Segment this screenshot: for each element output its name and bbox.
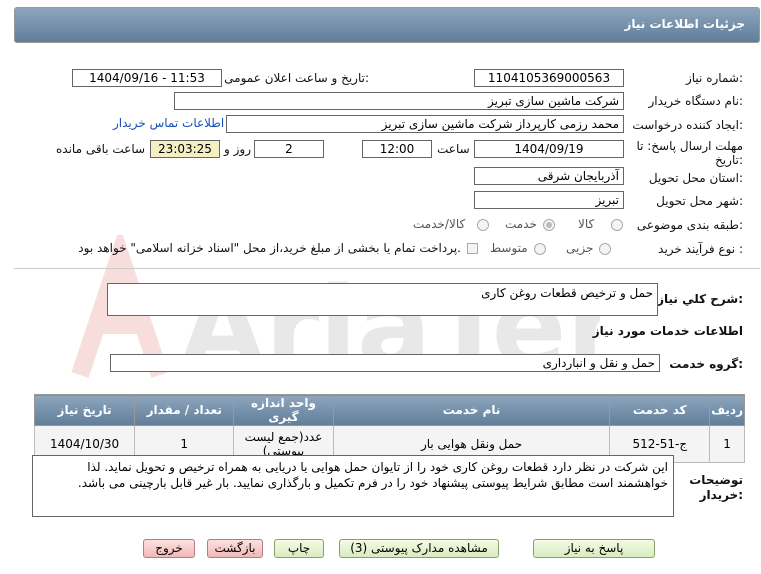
- section-divider: [14, 268, 760, 269]
- deadline-time-field: 12:00: [362, 140, 432, 158]
- remaining-label: ساعت باقی مانده: [56, 142, 146, 156]
- creator-label: ایجاد کننده درخواست:: [632, 118, 743, 132]
- days-label: روز و: [224, 142, 251, 156]
- days-field: 2: [254, 140, 324, 158]
- buyer-field: شرکت ماشین سازی تبریز: [174, 92, 624, 110]
- city-label: شهر محل تحویل:: [656, 194, 743, 208]
- time-label: ساعت: [437, 142, 470, 156]
- process-radio-minor[interactable]: [599, 243, 611, 255]
- services-section-title: اطلاعات خدمات مورد نیاز: [592, 324, 743, 338]
- process-option-medium: متوسط: [490, 241, 528, 255]
- category-label: طبقه بندی موضوعی:: [636, 218, 743, 232]
- col-code: کد خدمت: [609, 394, 711, 426]
- deadline-label-date: تاریخ:: [715, 153, 743, 167]
- services-table-header: ردیف کد خدمت نام خدمت واحد اندازه گیری ت…: [33, 394, 745, 426]
- deadline-label: مهلت ارسال پاسخ: تا: [636, 139, 743, 153]
- category-radio-goods-service[interactable]: [477, 219, 489, 231]
- col-qty: تعداد / مقدار: [134, 394, 235, 426]
- service-group-label: گروه خدمت:: [669, 357, 743, 371]
- col-unit: واحد اندازه گیری: [233, 394, 334, 426]
- category-radio-goods[interactable]: [611, 219, 623, 231]
- reply-button[interactable]: پاسخ به نیاز: [533, 539, 655, 558]
- col-date: تاریخ نیاز: [33, 394, 136, 426]
- col-row: ردیف: [709, 394, 745, 426]
- page-title: جزئیات اطلاعات نیاز: [624, 17, 745, 31]
- process-option-minor: جزیی: [566, 241, 594, 255]
- exit-button[interactable]: خروج: [143, 539, 195, 558]
- process-radio-medium[interactable]: [534, 243, 546, 255]
- announce-field: 1404/09/16 - 11:53: [72, 69, 222, 87]
- buyer-contact-link[interactable]: اطلاعات تماس خریدار: [113, 116, 224, 130]
- province-label: استان محل تحویل:: [648, 171, 743, 185]
- category-option-service: خدمت: [505, 217, 537, 231]
- deadline-date-field: 1404/09/19: [474, 140, 624, 158]
- announce-label: تاریخ و ساعت اعلان عمومی:: [224, 71, 369, 85]
- remaining-time-field: 23:03:25: [150, 140, 220, 158]
- buyer-notes-field: این شرکت در نظر دارد قطعات روغن کاری خود…: [32, 455, 674, 517]
- province-field: آذربایجان شرقی: [474, 167, 624, 185]
- treasury-payment-text: پرداخت تمام یا بخشی از مبلغ خرید،از محل …: [78, 241, 461, 255]
- description-field: حمل و ترخیص قطعات روغن کاری: [107, 283, 658, 316]
- back-button[interactable]: بازگشت: [207, 539, 263, 558]
- buyer-notes-label: توضیحات: [689, 473, 743, 487]
- services-table: ردیف کد خدمت نام خدمت واحد اندازه گیری ت…: [33, 394, 745, 463]
- category-option-goods-service: کالا/خدمت: [413, 217, 466, 231]
- service-group-field: حمل و نقل و انبارداری: [110, 354, 660, 372]
- process-label: نوع فرآیند خرید :: [658, 242, 743, 256]
- col-name: نام خدمت: [332, 394, 611, 426]
- category-option-goods: کالا: [578, 217, 595, 231]
- need-number-field: 1104105369000563: [474, 69, 624, 87]
- buyer-notes-label-2: خریدار:: [699, 488, 743, 502]
- treasury-payment-checkbox[interactable]: [467, 243, 478, 254]
- cell-row: 1: [709, 425, 745, 463]
- creator-field: محمد رزمی کارپرداز شرکت ماشین سازی تبریز: [226, 115, 624, 133]
- buyer-label: نام دستگاه خریدار:: [648, 94, 744, 108]
- category-radio-service[interactable]: [543, 219, 555, 231]
- view-attachments-button[interactable]: مشاهده مدارک پیوستی (3): [339, 539, 499, 558]
- need-number-label: شماره نیاز:: [685, 71, 743, 85]
- page-header: جزئیات اطلاعات نیاز: [14, 7, 760, 43]
- print-button[interactable]: چاپ: [274, 539, 324, 558]
- description-label: شرح کلي نياز:: [657, 292, 743, 306]
- city-field: تبریز: [474, 191, 624, 209]
